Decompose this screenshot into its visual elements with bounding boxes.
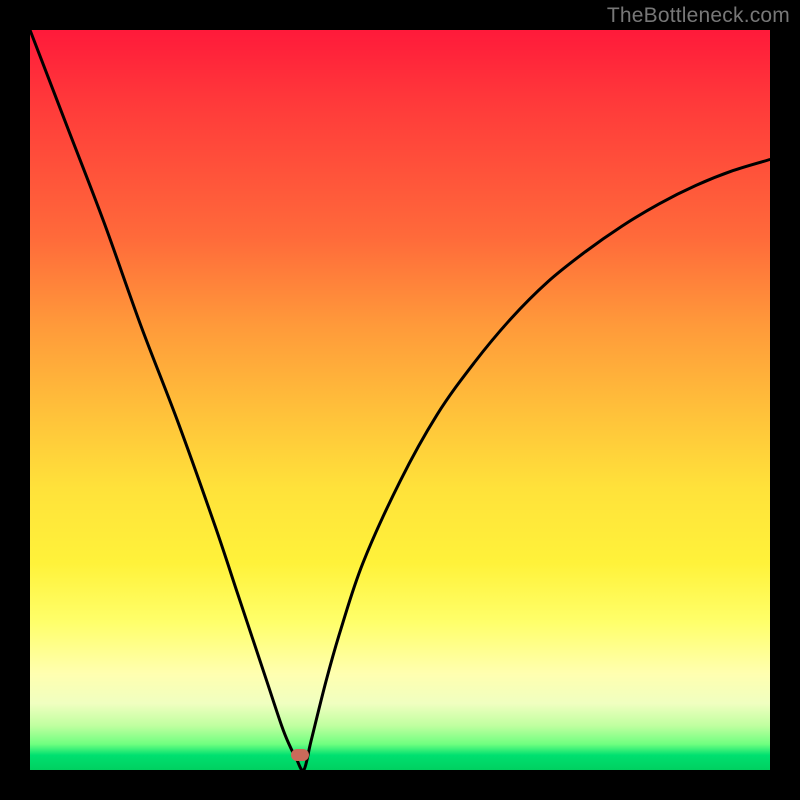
- chart-frame: TheBottleneck.com: [0, 0, 800, 800]
- watermark-text: TheBottleneck.com: [607, 4, 790, 28]
- plot-area: [30, 30, 770, 770]
- optimal-point-marker: [291, 749, 309, 761]
- bottleneck-curve: [30, 30, 770, 770]
